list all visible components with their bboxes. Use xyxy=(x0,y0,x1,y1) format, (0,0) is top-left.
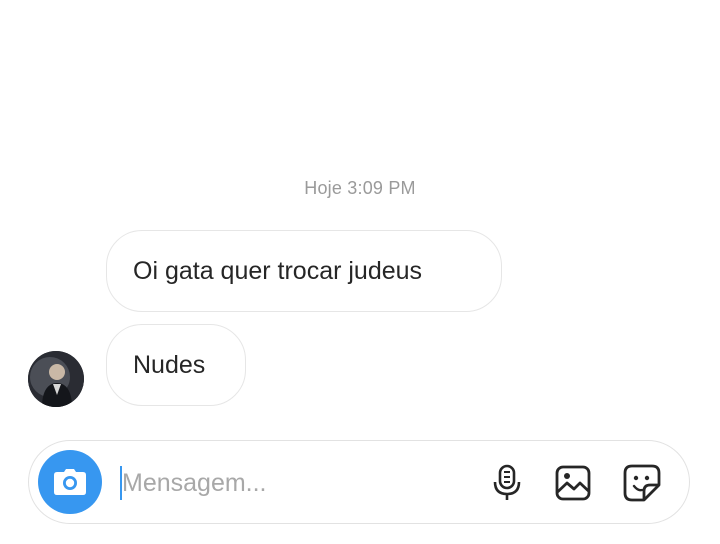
message-input[interactable] xyxy=(122,461,422,505)
message-timestamp: Hoje 3:09 PM xyxy=(304,178,416,198)
microphone-icon xyxy=(493,464,521,500)
message-text: Oi gata quer trocar judeus xyxy=(133,256,423,285)
sticker-icon xyxy=(623,464,661,502)
incoming-message-bubble[interactable]: Oi gata quer trocar judeus xyxy=(106,230,502,312)
message-composer xyxy=(28,440,690,524)
sender-avatar[interactable] xyxy=(28,351,84,407)
voice-message-button[interactable] xyxy=(485,461,529,505)
camera-button[interactable] xyxy=(38,450,102,514)
gallery-button[interactable] xyxy=(551,461,595,505)
camera-icon xyxy=(54,469,86,495)
message-text: Nudes xyxy=(133,350,206,379)
avatar-photo xyxy=(28,351,84,407)
sticker-button[interactable] xyxy=(620,461,664,505)
incoming-message-bubble[interactable]: Nudes xyxy=(106,324,246,406)
chat-screen: Hoje 3:09 PM Oi gata quer trocar judeus … xyxy=(0,0,720,544)
gallery-icon xyxy=(555,465,591,501)
